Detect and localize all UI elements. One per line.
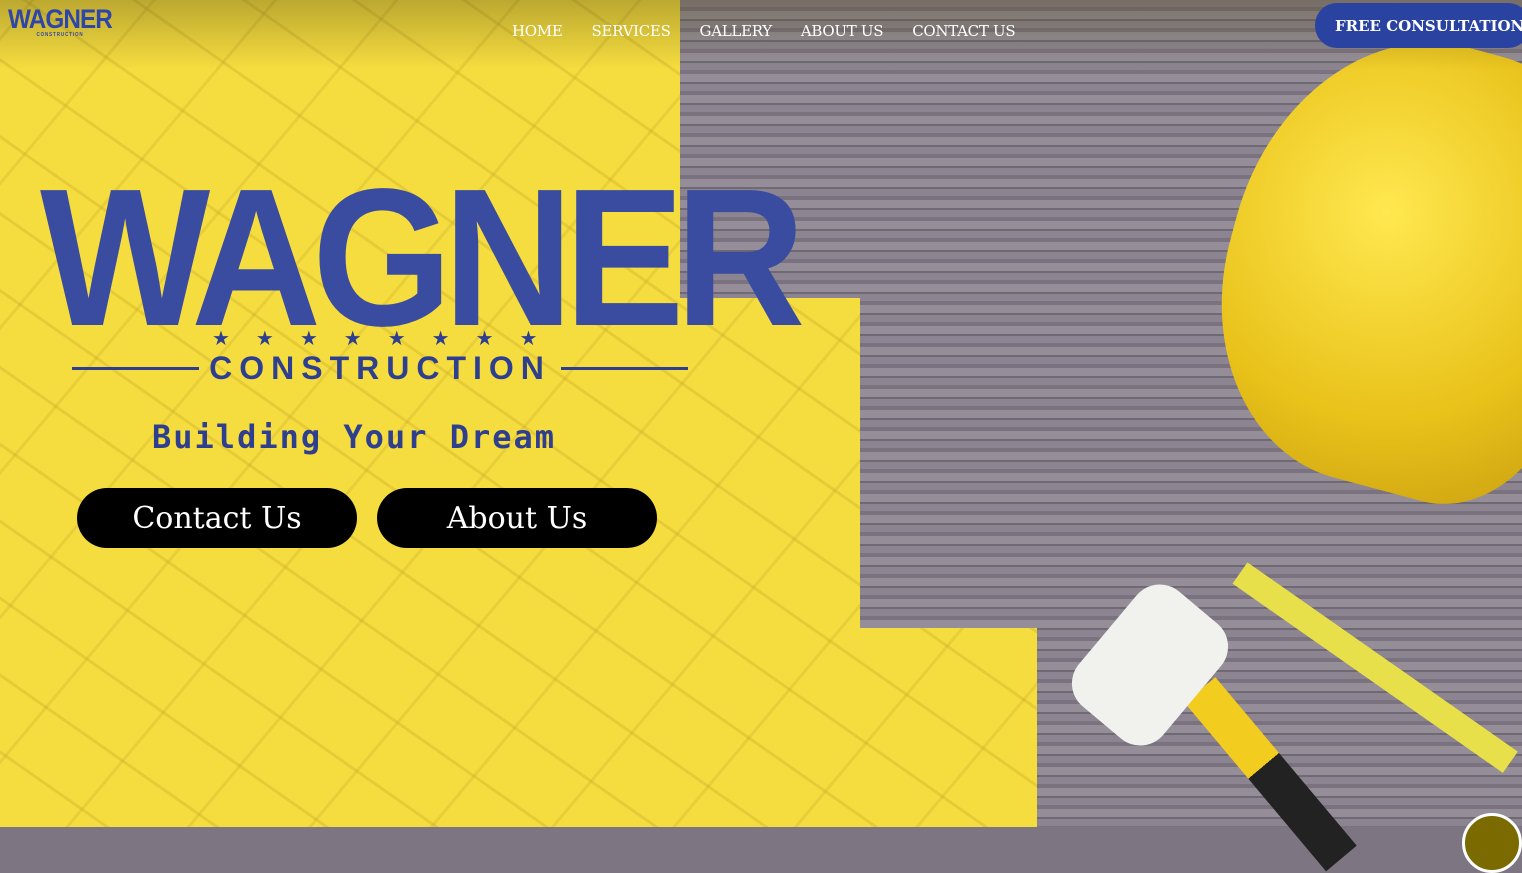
divider-line — [560, 367, 689, 370]
logo-text: WAGNER — [8, 4, 113, 34]
nav-services[interactable]: SERVICES — [592, 22, 671, 40]
stars-decoration: ★★★★★★★★ — [212, 326, 564, 350]
divider-line — [72, 367, 200, 370]
nav-home[interactable]: HOME — [512, 22, 563, 40]
subtitle-text: CONSTRUCTION — [209, 350, 551, 386]
free-consultation-button[interactable]: FREE CONSULTATION — [1315, 3, 1522, 48]
contact-us-button[interactable]: Contact Us — [77, 488, 357, 548]
about-us-button[interactable]: About Us — [377, 488, 657, 548]
header-logo[interactable]: WAGNER CONSTRUCTION — [8, 4, 113, 38]
main-nav: HOME SERVICES GALLERY ABOUT US CONTACT U… — [512, 22, 1016, 40]
nav-gallery[interactable]: GALLERY — [700, 22, 773, 40]
nav-about-us[interactable]: ABOUT US — [801, 22, 884, 40]
chat-widget-button[interactable] — [1462, 813, 1522, 873]
hero-tagline: Building Your Dream — [152, 418, 557, 456]
hero-subtitle: CONSTRUCTION — [72, 350, 689, 387]
nav-contact-us[interactable]: CONTACT US — [912, 22, 1015, 40]
